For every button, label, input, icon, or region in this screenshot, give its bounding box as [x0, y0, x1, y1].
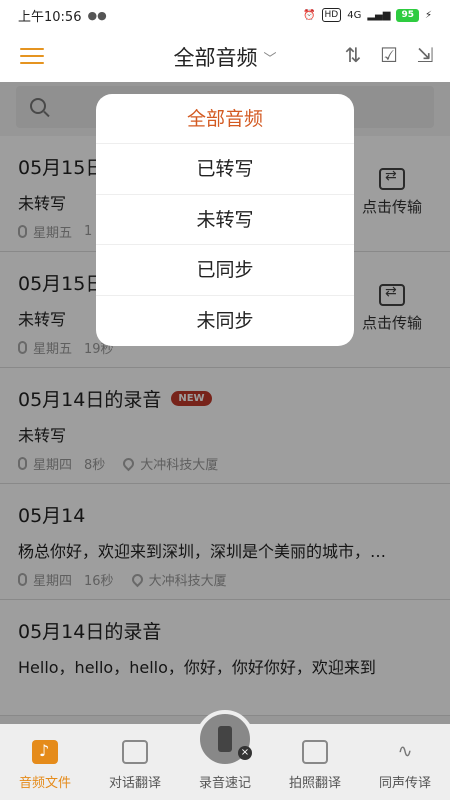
audio-file-icon: [32, 740, 58, 764]
nav-label: 对话翻译: [108, 776, 161, 791]
signal-label: 4G: [347, 9, 362, 21]
nav-label: 音频文件: [18, 776, 71, 791]
signal-icon: ▂▄▆: [367, 9, 391, 21]
filter-option-synced[interactable]: 已同步: [96, 245, 354, 296]
hd-icon: HD: [321, 8, 342, 22]
page-title: 全部音频: [173, 46, 258, 70]
app-header: 全部音频 ﹀ ⇅ ☑ ⇲: [0, 30, 450, 82]
filter-option-all[interactable]: 全部音频: [96, 94, 354, 145]
nav-label: 录音速记: [198, 776, 251, 791]
nav-label: 拍照翻译: [288, 776, 341, 791]
alarm-icon: ⏰: [303, 9, 316, 21]
battery-icon: 95: [396, 8, 419, 22]
filter-dropdown-menu: 全部音频 已转写 未转写 已同步 未同步: [96, 94, 354, 346]
nav-dialogue-translation[interactable]: 对话翻译: [90, 724, 180, 800]
close-icon[interactable]: ×: [238, 746, 252, 760]
multi-select-icon[interactable]: ☑: [378, 44, 400, 66]
waveform-icon: ∿: [397, 741, 413, 762]
nav-photo-translation[interactable]: 拍照翻译: [270, 724, 360, 800]
filter-option-transcribed[interactable]: 已转写: [96, 144, 354, 195]
charging-icon: ⚡: [424, 9, 432, 21]
import-icon[interactable]: ⇲: [414, 44, 436, 66]
chat-bubble-icon: [122, 740, 148, 764]
status-time: 上午10:56: [18, 9, 82, 25]
chevron-down-icon: ﹀: [263, 52, 277, 67]
camera-icon: [302, 740, 328, 764]
status-bar: 上午10:56 ●● ⏰ HD 4G ▂▄▆ 95 ⚡: [0, 0, 450, 30]
filter-option-unsynced[interactable]: 未同步: [96, 296, 354, 346]
nav-audio-files[interactable]: 音频文件: [0, 724, 90, 800]
filter-option-untranscribed[interactable]: 未转写: [96, 195, 354, 246]
sort-icon[interactable]: ⇅: [342, 44, 364, 66]
nav-simultaneous-interpretation[interactable]: ∿ 同声传译: [360, 724, 450, 800]
nav-label: 同声传译: [378, 776, 431, 791]
wechat-icon: ●●: [87, 8, 107, 22]
